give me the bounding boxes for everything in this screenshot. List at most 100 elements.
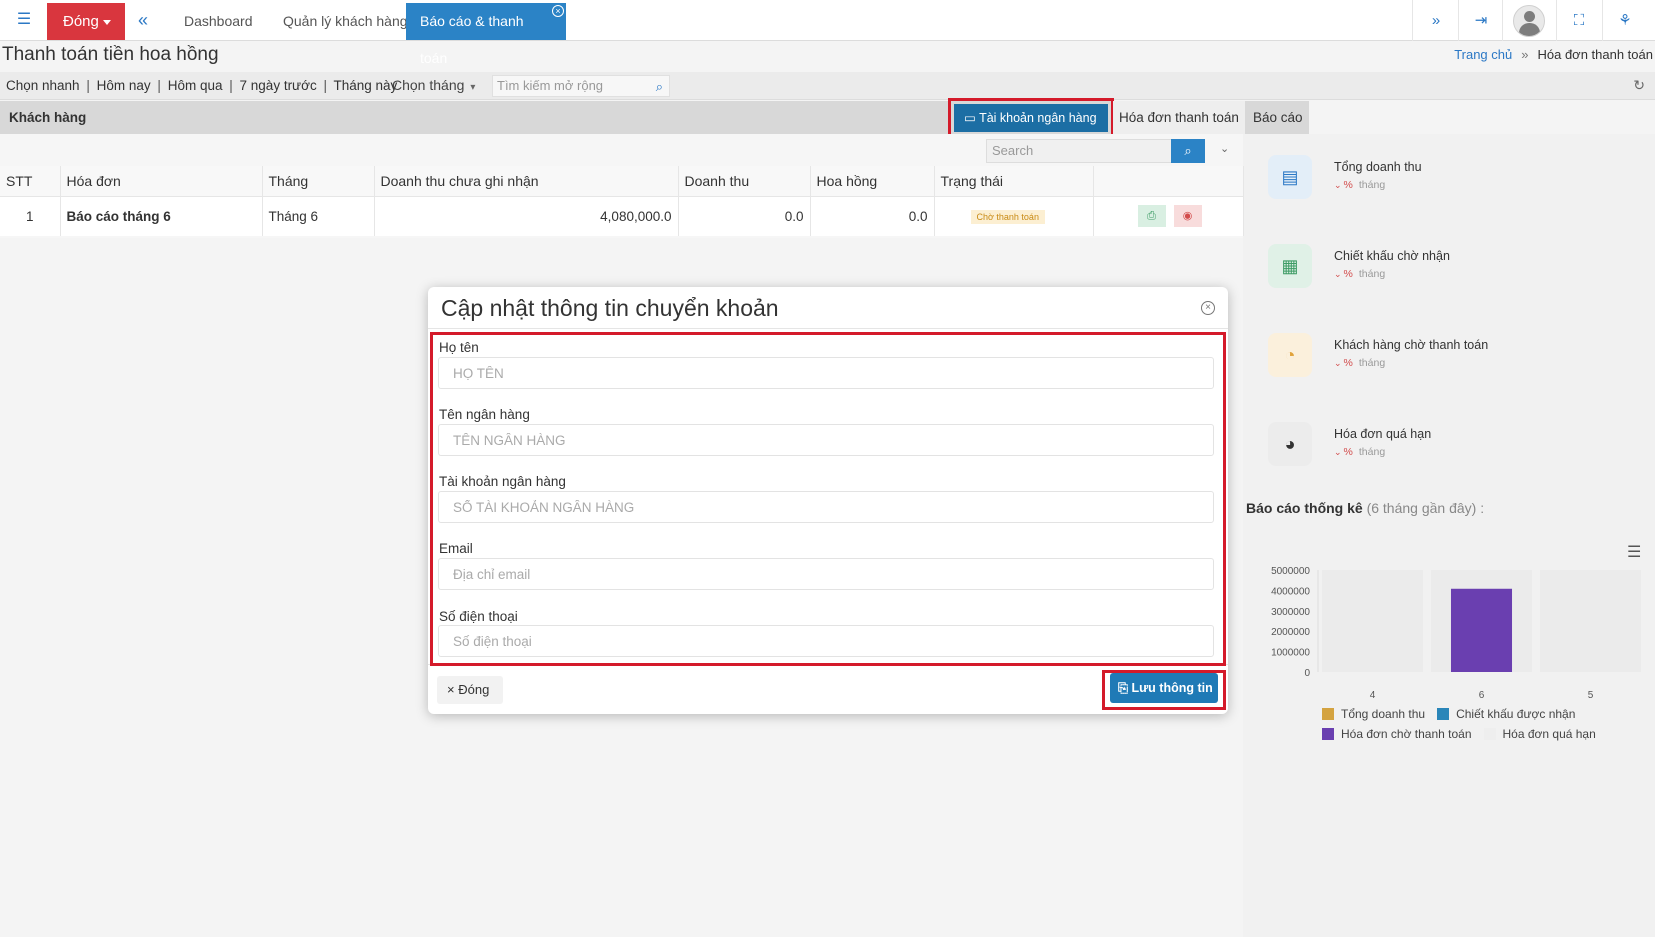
double-chevron-right-icon[interactable]: » — [1425, 10, 1447, 32]
chart-menu-icon[interactable]: ☰ — [1627, 542, 1641, 562]
divider — [1602, 0, 1603, 41]
legend-label: Chiết khấu được nhận — [1456, 707, 1576, 721]
month-select[interactable]: Chọn tháng ▾ — [392, 77, 475, 93]
menu-icon[interactable]: ☰ — [14, 10, 34, 30]
print-icon[interactable]: ⎙ — [1137, 205, 1166, 228]
user-icon-body — [1519, 23, 1540, 36]
tab-label: Báo cáo & thanh toán — [420, 13, 524, 66]
y-tick-label: 0 — [1304, 668, 1310, 679]
legend-item[interactable]: Hóa đơn quá hạn — [1483, 727, 1596, 741]
tab-label: Quản lý khách hàng — [283, 13, 408, 29]
table-search-input[interactable]: Search — [986, 139, 1172, 163]
filter-divider: | — [323, 78, 327, 93]
divider — [1556, 0, 1557, 41]
tab-customer-management[interactable]: Quản lý khách hàng — [269, 3, 422, 40]
legend-swatch — [1322, 708, 1334, 720]
filter-divider: | — [157, 78, 161, 93]
y-tick-label: 1000000 — [1271, 648, 1310, 659]
invoice-table: STT Hóa đơn Tháng Doanh thu chưa ghi nhậ… — [0, 166, 1244, 236]
stat-sub: ⌄% tháng — [1334, 446, 1385, 458]
tab-close-icon[interactable]: × — [552, 5, 564, 17]
double-chevron-left-icon[interactable]: « — [138, 9, 158, 31]
refresh-icon[interactable]: ↻ — [1633, 77, 1645, 94]
stat-sub: ⌄% tháng — [1334, 179, 1385, 191]
breadcrumb: Trang chủ » Hóa đơn thanh toán — [1454, 47, 1653, 62]
filter-today[interactable]: Hôm nay — [97, 78, 151, 93]
stat-percent: % — [1343, 179, 1353, 191]
legend-item[interactable]: Hóa đơn chờ thanh toán — [1322, 727, 1472, 741]
legend-item[interactable]: Tổng doanh thu — [1322, 707, 1425, 721]
month-select-label: Chọn tháng — [392, 77, 465, 93]
filter-this-month[interactable]: Tháng này — [334, 78, 398, 93]
search-icon[interactable]: ⌕ — [1171, 139, 1205, 163]
arrow-down-icon: ⌄ — [1334, 358, 1342, 368]
fullscreen-icon[interactable]: ⛶ — [1568, 10, 1590, 32]
breadcrumb-separator: » — [1521, 47, 1529, 62]
cell-revenue: 0.0 — [678, 195, 811, 236]
arrow-down-icon: ⌄ — [1334, 447, 1342, 457]
tab-reports-payments[interactable]: Báo cáo & thanh toán × — [406, 3, 566, 66]
highlight-box — [1102, 670, 1226, 710]
highlight-box — [948, 98, 1114, 138]
close-icon[interactable]: × — [1201, 301, 1215, 315]
breadcrumb-home-link[interactable]: Trang chủ — [1454, 47, 1512, 62]
cancel-button[interactable]: × Đóng — [437, 676, 503, 704]
stat-period: tháng — [1358, 446, 1386, 458]
legend-swatch — [1322, 728, 1334, 740]
filter-quick-select[interactable]: Chọn nhanh — [6, 78, 80, 93]
login-icon[interactable]: ⇥ — [1470, 10, 1492, 32]
stat-percent: % — [1343, 268, 1353, 280]
column-header: STT — [0, 166, 61, 196]
filter-divider: | — [229, 78, 233, 93]
tab-dashboard[interactable]: Dashboard — [170, 3, 267, 40]
highlight-box — [430, 332, 1226, 666]
user-avatar[interactable] — [1513, 5, 1545, 37]
table-row: 1 Báo cáo tháng 6 Tháng 6 4,080,000.0 0.… — [0, 195, 1244, 236]
arrow-down-icon: ⌄ — [1334, 269, 1342, 279]
column-header: Doanh thu — [678, 166, 811, 196]
cell-commission: 0.0 — [810, 195, 935, 236]
eye-icon[interactable]: ◉ — [1173, 205, 1202, 228]
status-badge: Chờ thanh toán — [970, 210, 1045, 225]
transfer-info-modal: Cập nhật thông tin chuyển khoản × Họ tên… — [428, 287, 1228, 714]
stat-total-revenue: ▤ Tổng doanh thu ⌄% tháng — [1268, 155, 1648, 225]
stat-pending-discount: ▦ Chiết khấu chờ nhận ⌄% tháng — [1268, 244, 1648, 314]
user-icon — [1524, 11, 1535, 22]
section-customers-label: Khách hàng — [9, 110, 87, 125]
stat-label: Hóa đơn quá hạn — [1334, 427, 1432, 441]
chevron-down-icon[interactable]: ⌄ — [1220, 142, 1229, 155]
y-tick-label: 3000000 — [1271, 607, 1310, 618]
table-search-placeholder: Search — [992, 143, 1034, 158]
stat-label: Tổng doanh thu — [1334, 160, 1422, 174]
y-tick-label: 5000000 — [1271, 566, 1310, 577]
close-icon: × — [447, 682, 455, 697]
search-icon[interactable]: ⌕ — [656, 77, 663, 97]
tab-payment-invoices[interactable]: Hóa đơn thanh toán — [1113, 101, 1245, 134]
close-dropdown-label: Đóng — [63, 13, 99, 30]
category-band — [1540, 570, 1641, 672]
legend-item[interactable]: Chiết khấu được nhận — [1437, 707, 1575, 721]
modal-title: Cập nhật thông tin chuyển khoản — [441, 295, 779, 321]
advanced-search-input[interactable]: Tìm kiếm mở rộng ⌕ — [492, 75, 670, 97]
document-icon: ▦ — [1268, 244, 1312, 288]
cancel-button-label: Đóng — [458, 682, 490, 697]
filter-bar: Chọn nhanh | Hôm nay | Hôm qua | 7 ngày … — [0, 72, 1655, 100]
bar[interactable] — [1450, 588, 1513, 672]
filter-last-7-days[interactable]: 7 ngày trước — [240, 78, 317, 93]
stat-sub: ⌄% tháng — [1334, 357, 1385, 369]
column-header-actions — [1093, 166, 1244, 196]
advanced-search-placeholder: Tìm kiếm mở rộng — [497, 78, 604, 93]
cell-status: Chờ thanh toán — [934, 195, 1094, 236]
stat-period: tháng — [1358, 268, 1386, 280]
y-tick-label: 2000000 — [1271, 627, 1310, 638]
y-tick-label: 4000000 — [1271, 586, 1310, 597]
divider — [1412, 0, 1413, 41]
stat-customers-awaiting-payment: ◔ Khách hàng chờ thanh toán ⌄% tháng — [1268, 333, 1648, 403]
cell-stt: 1 — [0, 195, 61, 236]
filter-yesterday[interactable]: Hôm qua — [168, 78, 223, 93]
invoice-link[interactable]: Báo cáo tháng 6 — [60, 195, 263, 236]
tab-report[interactable]: Báo cáo — [1247, 101, 1309, 134]
stat-label: Chiết khấu chờ nhận — [1334, 249, 1450, 263]
close-dropdown-button[interactable]: Đóng — [47, 3, 125, 40]
sitemap-icon[interactable]: ⚘ — [1614, 10, 1636, 32]
